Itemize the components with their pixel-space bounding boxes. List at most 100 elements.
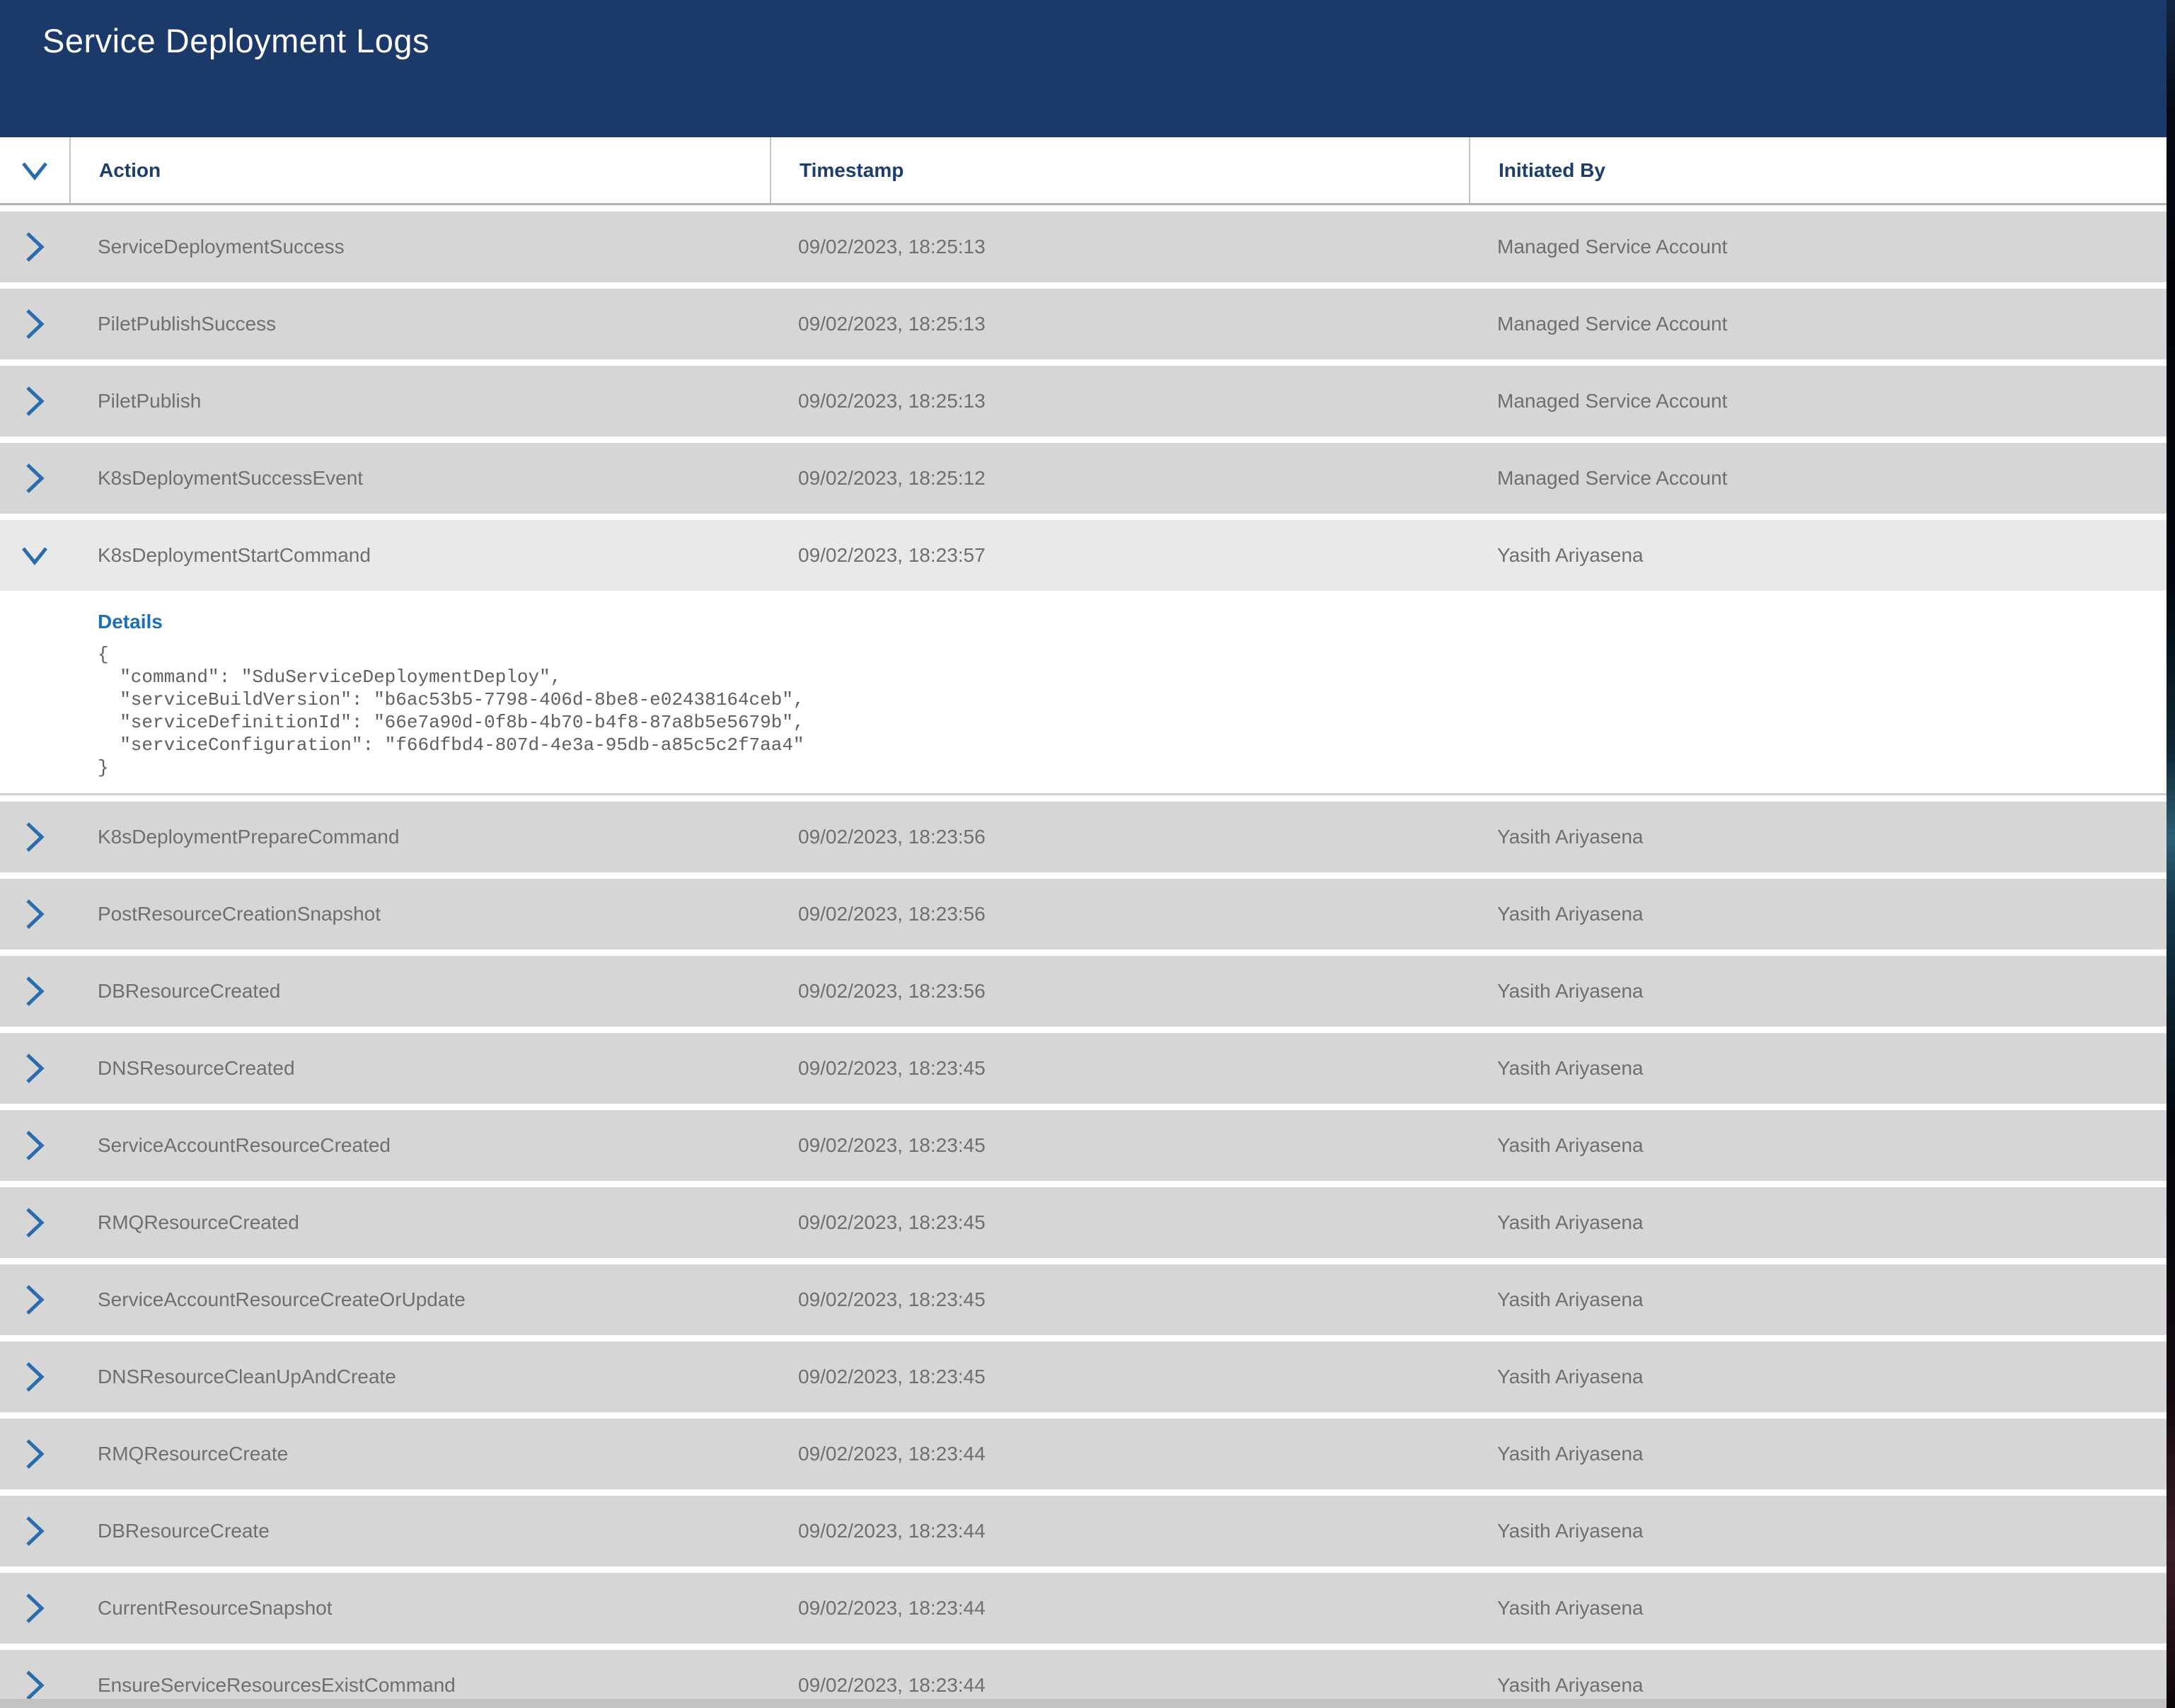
- row-initiated-by: Yasith Ariyasena: [1469, 1366, 2167, 1388]
- row-expand-toggle[interactable]: [0, 546, 69, 565]
- row-expand-toggle[interactable]: [0, 384, 69, 418]
- log-row[interactable]: ServiceAccountResourceCreateOrUpdate 09/…: [0, 1264, 2167, 1335]
- row-action: RMQResourceCreated: [69, 1211, 770, 1234]
- log-row[interactable]: ServiceDeploymentSuccess 09/02/2023, 18:…: [0, 212, 2167, 282]
- row-action: RMQResourceCreate: [69, 1443, 770, 1465]
- row-expand-toggle[interactable]: [0, 1283, 69, 1317]
- row-timestamp: 09/02/2023, 18:23:44: [770, 1674, 1469, 1697]
- row-initiated-by: Managed Service Account: [1469, 236, 2167, 258]
- row-timestamp: 09/02/2023, 18:23:45: [770, 1211, 1469, 1234]
- row-action: DNSResourceCleanUpAndCreate: [69, 1366, 770, 1388]
- log-row[interactable]: K8sDeploymentPrepareCommand 09/02/2023, …: [0, 802, 2167, 872]
- row-timestamp: 09/02/2023, 18:23:56: [770, 826, 1469, 848]
- row-initiated-by: Yasith Ariyasena: [1469, 826, 2167, 848]
- horizontal-scrollbar[interactable]: [0, 1699, 2167, 1708]
- table-header-row: Action Timestamp Initiated By: [0, 137, 2167, 205]
- row-expand-toggle[interactable]: [0, 230, 69, 264]
- chevron-right-icon[interactable]: [24, 1514, 45, 1548]
- chevron-right-icon[interactable]: [24, 1129, 45, 1162]
- chevron-right-icon[interactable]: [24, 820, 45, 854]
- row-initiated-by: Yasith Ariyasena: [1469, 980, 2167, 1003]
- row-expand-toggle[interactable]: [0, 1514, 69, 1548]
- chevron-right-icon[interactable]: [24, 1360, 45, 1394]
- row-timestamp: 09/02/2023, 18:23:45: [770, 1288, 1469, 1311]
- chevron-right-icon[interactable]: [24, 1591, 45, 1625]
- log-row[interactable]: RMQResourceCreate 09/02/2023, 18:23:44 Y…: [0, 1419, 2167, 1489]
- row-expand-toggle[interactable]: [0, 820, 69, 854]
- log-row[interactable]: DBResourceCreate 09/02/2023, 18:23:44 Ya…: [0, 1496, 2167, 1566]
- log-row[interactable]: RMQResourceCreated 09/02/2023, 18:23:45 …: [0, 1187, 2167, 1258]
- row-action: DNSResourceCreated: [69, 1057, 770, 1080]
- row-expand-toggle[interactable]: [0, 1668, 69, 1702]
- row-initiated-by: Yasith Ariyasena: [1469, 1134, 2167, 1157]
- log-row[interactable]: PiletPublishSuccess 09/02/2023, 18:25:13…: [0, 289, 2167, 359]
- row-action: ServiceAccountResourceCreateOrUpdate: [69, 1288, 770, 1311]
- row-expand-toggle[interactable]: [0, 974, 69, 1008]
- row-timestamp: 09/02/2023, 18:23:45: [770, 1057, 1469, 1080]
- row-timestamp: 09/02/2023, 18:25:13: [770, 313, 1469, 335]
- log-rows-list: ServiceDeploymentSuccess 09/02/2023, 18:…: [0, 212, 2167, 1708]
- column-header-action: Action: [69, 137, 770, 203]
- row-initiated-by: Yasith Ariyasena: [1469, 1443, 2167, 1465]
- log-row[interactable]: DBResourceCreated 09/02/2023, 18:23:56 Y…: [0, 956, 2167, 1027]
- chevron-down-icon[interactable]: [21, 546, 49, 565]
- row-timestamp: 09/02/2023, 18:23:57: [770, 544, 1469, 567]
- chevron-right-icon[interactable]: [24, 1668, 45, 1702]
- row-expand-toggle[interactable]: [0, 1206, 69, 1240]
- expand-all-toggle[interactable]: [0, 137, 69, 203]
- log-row[interactable]: K8sDeploymentStartCommand 09/02/2023, 18…: [0, 520, 2167, 591]
- row-expand-toggle[interactable]: [0, 897, 69, 931]
- row-timestamp: 09/02/2023, 18:23:45: [770, 1134, 1469, 1157]
- row-expand-toggle[interactable]: [0, 1129, 69, 1162]
- row-expand-toggle[interactable]: [0, 461, 69, 495]
- chevron-right-icon[interactable]: [24, 897, 45, 931]
- row-timestamp: 09/02/2023, 18:23:56: [770, 903, 1469, 925]
- chevron-right-icon[interactable]: [24, 230, 45, 264]
- chevron-right-icon[interactable]: [24, 1283, 45, 1317]
- row-timestamp: 09/02/2023, 18:23:44: [770, 1597, 1469, 1620]
- chevron-right-icon[interactable]: [24, 1206, 45, 1240]
- row-expand-toggle[interactable]: [0, 1051, 69, 1085]
- page-header: Service Deployment Logs: [0, 0, 2167, 137]
- chevron-right-icon[interactable]: [24, 384, 45, 418]
- chevron-right-icon[interactable]: [24, 974, 45, 1008]
- row-expand-toggle[interactable]: [0, 307, 69, 341]
- row-action: CurrentResourceSnapshot: [69, 1597, 770, 1620]
- row-action: PiletPublishSuccess: [69, 313, 770, 335]
- log-row[interactable]: DNSResourceCleanUpAndCreate 09/02/2023, …: [0, 1341, 2167, 1412]
- row-initiated-by: Managed Service Account: [1469, 390, 2167, 412]
- row-timestamp: 09/02/2023, 18:25:13: [770, 236, 1469, 258]
- row-initiated-by: Yasith Ariyasena: [1469, 1057, 2167, 1080]
- chevron-right-icon[interactable]: [24, 1437, 45, 1471]
- chevron-right-icon[interactable]: [24, 1051, 45, 1085]
- row-details-panel: Details { "command": "SduServiceDeployme…: [0, 591, 2167, 795]
- chevron-down-icon[interactable]: [21, 161, 49, 180]
- row-action: PiletPublish: [69, 390, 770, 412]
- row-initiated-by: Managed Service Account: [1469, 467, 2167, 490]
- service-deployment-logs-page: Service Deployment Logs Action Timestamp…: [0, 0, 2175, 1708]
- log-row[interactable]: DNSResourceCreated 09/02/2023, 18:23:45 …: [0, 1033, 2167, 1104]
- row-initiated-by: Yasith Ariyasena: [1469, 544, 2167, 567]
- chevron-right-icon[interactable]: [24, 461, 45, 495]
- row-action: K8sDeploymentSuccessEvent: [69, 467, 770, 490]
- log-row[interactable]: ServiceAccountResourceCreated 09/02/2023…: [0, 1110, 2167, 1181]
- row-timestamp: 09/02/2023, 18:23:44: [770, 1443, 1469, 1465]
- log-row[interactable]: PostResourceCreationSnapshot 09/02/2023,…: [0, 879, 2167, 950]
- row-timestamp: 09/02/2023, 18:23:56: [770, 980, 1469, 1003]
- row-initiated-by: Yasith Ariyasena: [1469, 903, 2167, 925]
- chevron-right-icon[interactable]: [24, 307, 45, 341]
- row-timestamp: 09/02/2023, 18:25:13: [770, 390, 1469, 412]
- row-action: K8sDeploymentPrepareCommand: [69, 826, 770, 848]
- row-expand-toggle[interactable]: [0, 1360, 69, 1394]
- row-action: DBResourceCreate: [69, 1520, 770, 1542]
- row-timestamp: 09/02/2023, 18:23:45: [770, 1366, 1469, 1388]
- log-row[interactable]: K8sDeploymentSuccessEvent 09/02/2023, 18…: [0, 443, 2167, 514]
- log-row[interactable]: PiletPublish 09/02/2023, 18:25:13 Manage…: [0, 366, 2167, 437]
- row-initiated-by: Yasith Ariyasena: [1469, 1288, 2167, 1311]
- page-title: Service Deployment Logs: [0, 0, 2167, 60]
- row-expand-toggle[interactable]: [0, 1437, 69, 1471]
- log-row[interactable]: CurrentResourceSnapshot 09/02/2023, 18:2…: [0, 1573, 2167, 1644]
- row-timestamp: 09/02/2023, 18:23:44: [770, 1520, 1469, 1542]
- row-action: ServiceDeploymentSuccess: [69, 236, 770, 258]
- row-expand-toggle[interactable]: [0, 1591, 69, 1625]
